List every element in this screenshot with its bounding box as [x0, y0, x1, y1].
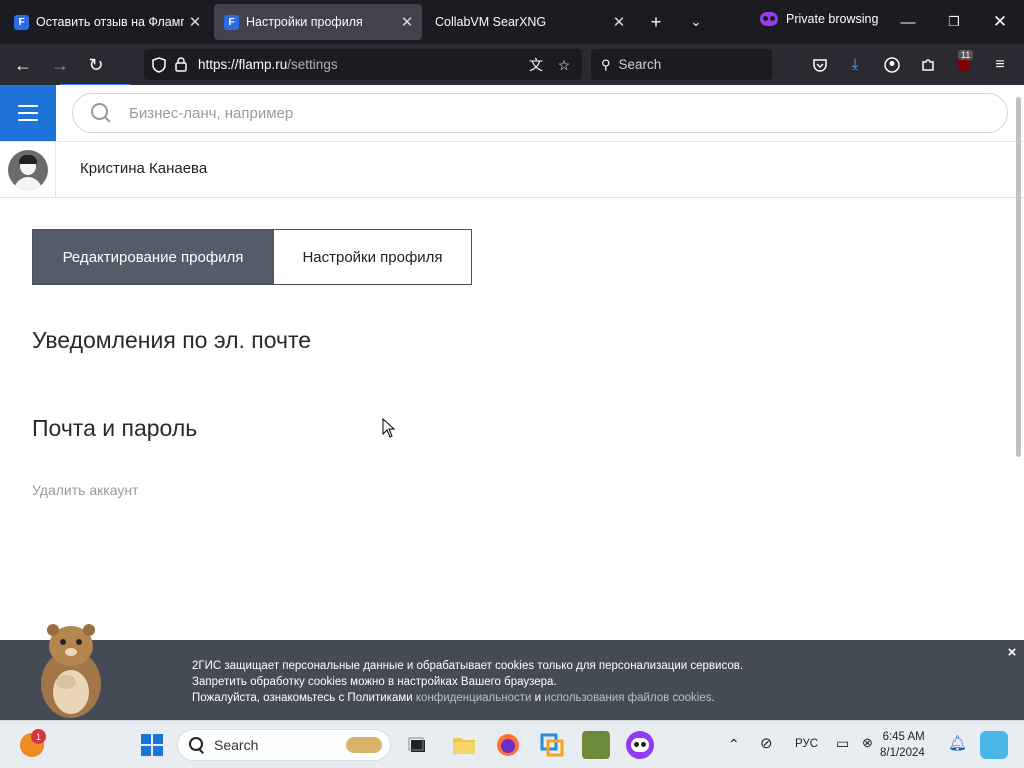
- cookie-line-2: Запретить обработку cookies можно в наст…: [192, 676, 557, 688]
- profile-tabs: Редактирование профиля Настройки профиля: [32, 229, 472, 285]
- cookie-conjunction: и: [534, 692, 542, 704]
- hamburger-line: [18, 105, 38, 107]
- tab-title: Настройки профиля: [246, 15, 363, 29]
- tab-collabvm-searxng[interactable]: CollabVM SearXNG ✕: [426, 4, 634, 40]
- avatar-body: [13, 176, 42, 190]
- url-path: /settings: [287, 57, 338, 72]
- tab-close-icon[interactable]: ✕: [184, 13, 206, 31]
- cookie-banner: 2ГИС защищает персональные данные и обра…: [0, 640, 1024, 720]
- chevron-down-icon[interactable]: ⌄: [684, 10, 708, 34]
- page-scrollbar[interactable]: [1016, 97, 1021, 457]
- system-clock[interactable]: 6:45 AM 8/1/2024: [880, 729, 925, 761]
- clock-time: 6:45 AM: [882, 731, 925, 743]
- site-search-input[interactable]: [129, 104, 949, 122]
- search-icon[interactable]: [89, 101, 113, 125]
- widget-notification-badge: 1: [31, 729, 46, 744]
- avatar[interactable]: [7, 149, 48, 190]
- private-mask-icon: [760, 12, 778, 26]
- file-explorer-icon[interactable]: [450, 731, 478, 759]
- firefox-icon[interactable]: [494, 731, 522, 759]
- tab-close-icon[interactable]: ✕: [396, 13, 418, 31]
- email-password-heading: Почта и пароль: [32, 415, 198, 441]
- browser-tab-strip: F Оставить отзыв на Флампе ✕ F Настройки…: [0, 0, 1024, 44]
- windows-taskbar: 1 Search ⌃ ⊘ РУС ▭ ⊗ 6:45 AM 8/1/2024 🔔︎: [0, 720, 1024, 768]
- pocket-icon[interactable]: [808, 53, 832, 77]
- account-icon[interactable]: [880, 53, 904, 77]
- window-close-icon[interactable]: ✕: [978, 8, 1022, 36]
- network-disconnected-icon[interactable]: ⊘: [760, 734, 773, 752]
- url-text[interactable]: https://flamp.ru/settings: [198, 57, 338, 72]
- copilot-icon[interactable]: [980, 731, 1008, 759]
- url-host: https://flamp.ru: [198, 57, 288, 72]
- taskbar-search-label: Search: [214, 737, 259, 753]
- cookie-text: 2ГИС защищает персональные данные и обра…: [192, 658, 743, 706]
- cookie-policy-link[interactable]: использования файлов cookies: [544, 692, 711, 704]
- language-indicator[interactable]: РУС: [795, 738, 818, 750]
- user-name[interactable]: Кристина Канаева: [80, 160, 207, 177]
- restore-icon[interactable]: ❐: [932, 8, 976, 36]
- browser-nav-bar: ← → ↻ https://flamp.ru/settings 文 ☆ ⚲ Se…: [0, 44, 1024, 85]
- tab-profile-settings[interactable]: Настройки профиля: [274, 229, 472, 285]
- tray-chevron-up-icon[interactable]: ⌃: [728, 736, 740, 753]
- puzzle-icon[interactable]: [916, 53, 940, 77]
- cookie-period: .: [711, 692, 715, 704]
- clock-date: 8/1/2024: [880, 747, 925, 759]
- taskbar-search[interactable]: Search: [177, 729, 391, 761]
- search-icon: [188, 736, 206, 754]
- privacy-policy-link[interactable]: конфиденциальности: [416, 692, 532, 704]
- hamburger-icon[interactable]: ≡: [988, 53, 1012, 77]
- cookie-policy-prefix: Пожалуйста, ознакомьтесь с Политиками: [192, 692, 413, 704]
- tab-edit-profile[interactable]: Редактирование профиля: [32, 229, 274, 285]
- hamburger-line: [18, 119, 38, 121]
- arrow-right-icon[interactable]: →: [47, 52, 73, 78]
- page-content: Кристина Канаева Редактирование профиля …: [0, 85, 1024, 640]
- windows-start-icon[interactable]: [138, 731, 166, 759]
- tab-leave-review[interactable]: F Оставить отзыв на Флампе ✕: [4, 4, 210, 40]
- plus-icon[interactable]: +: [644, 10, 668, 34]
- flamp-favicon-icon: F: [14, 14, 29, 30]
- arrow-left-icon[interactable]: ←: [10, 52, 36, 78]
- cookie-line-3: Пожалуйста, ознакомьтесь с Политиками ко…: [192, 690, 743, 706]
- user-bar: Кристина Канаева: [0, 141, 1024, 198]
- reload-icon[interactable]: ↻: [83, 52, 109, 78]
- private-mask-icon: [631, 738, 649, 752]
- cookie-close-icon[interactable]: ×: [1004, 644, 1020, 661]
- tab-title: CollabVM SearXNG: [435, 15, 547, 29]
- translate-icon[interactable]: 文: [526, 55, 546, 75]
- avatar-hair: [18, 154, 37, 164]
- flamp-favicon-icon: F: [224, 14, 239, 30]
- delete-account-link[interactable]: Удалить аккаунт: [32, 482, 138, 498]
- notification-bell-icon[interactable]: 🔔︎: [948, 734, 967, 752]
- cookie-line-1: 2ГИС защищает персональные данные и обра…: [192, 660, 744, 672]
- vmware-icon[interactable]: [538, 731, 566, 759]
- display-icon[interactable]: ▭: [836, 735, 849, 752]
- lock-icon[interactable]: [172, 56, 190, 74]
- browser-search-box[interactable]: ⚲ Search: [591, 49, 772, 80]
- site-menu-button[interactable]: [0, 85, 56, 141]
- tab-title: Оставить отзыв на Флампе: [36, 15, 184, 29]
- private-browsing-indicator: Private browsing: [760, 12, 878, 26]
- tab-close-icon[interactable]: ✕: [608, 13, 630, 31]
- star-icon[interactable]: ☆: [554, 55, 574, 75]
- avatar-container[interactable]: [0, 142, 56, 197]
- extension-count-badge: 11: [958, 50, 974, 60]
- search-highlight-icon: [346, 737, 382, 753]
- tab-profile-settings[interactable]: F Настройки профиля ✕: [214, 4, 422, 40]
- sound-muted-icon[interactable]: ⊗: [862, 735, 873, 751]
- site-search-box[interactable]: [72, 93, 1008, 133]
- search-engine-icon: ⚲: [601, 56, 611, 72]
- address-bar[interactable]: https://flamp.ru/settings 文 ☆: [144, 49, 582, 80]
- firefox-private-icon[interactable]: [626, 731, 654, 759]
- download-icon[interactable]: ⤓: [843, 53, 867, 77]
- email-notifications-heading: Уведомления по эл. почте: [32, 327, 312, 353]
- shield-icon[interactable]: [150, 56, 168, 74]
- game-app-icon[interactable]: [582, 731, 610, 759]
- browser-search-placeholder: Search: [618, 57, 662, 72]
- task-view-icon[interactable]: [404, 731, 432, 759]
- hamburger-line: [18, 112, 38, 114]
- private-browsing-label: Private browsing: [786, 12, 879, 26]
- hamster-mascot-icon: [41, 624, 101, 718]
- minimize-icon[interactable]: —: [886, 8, 930, 36]
